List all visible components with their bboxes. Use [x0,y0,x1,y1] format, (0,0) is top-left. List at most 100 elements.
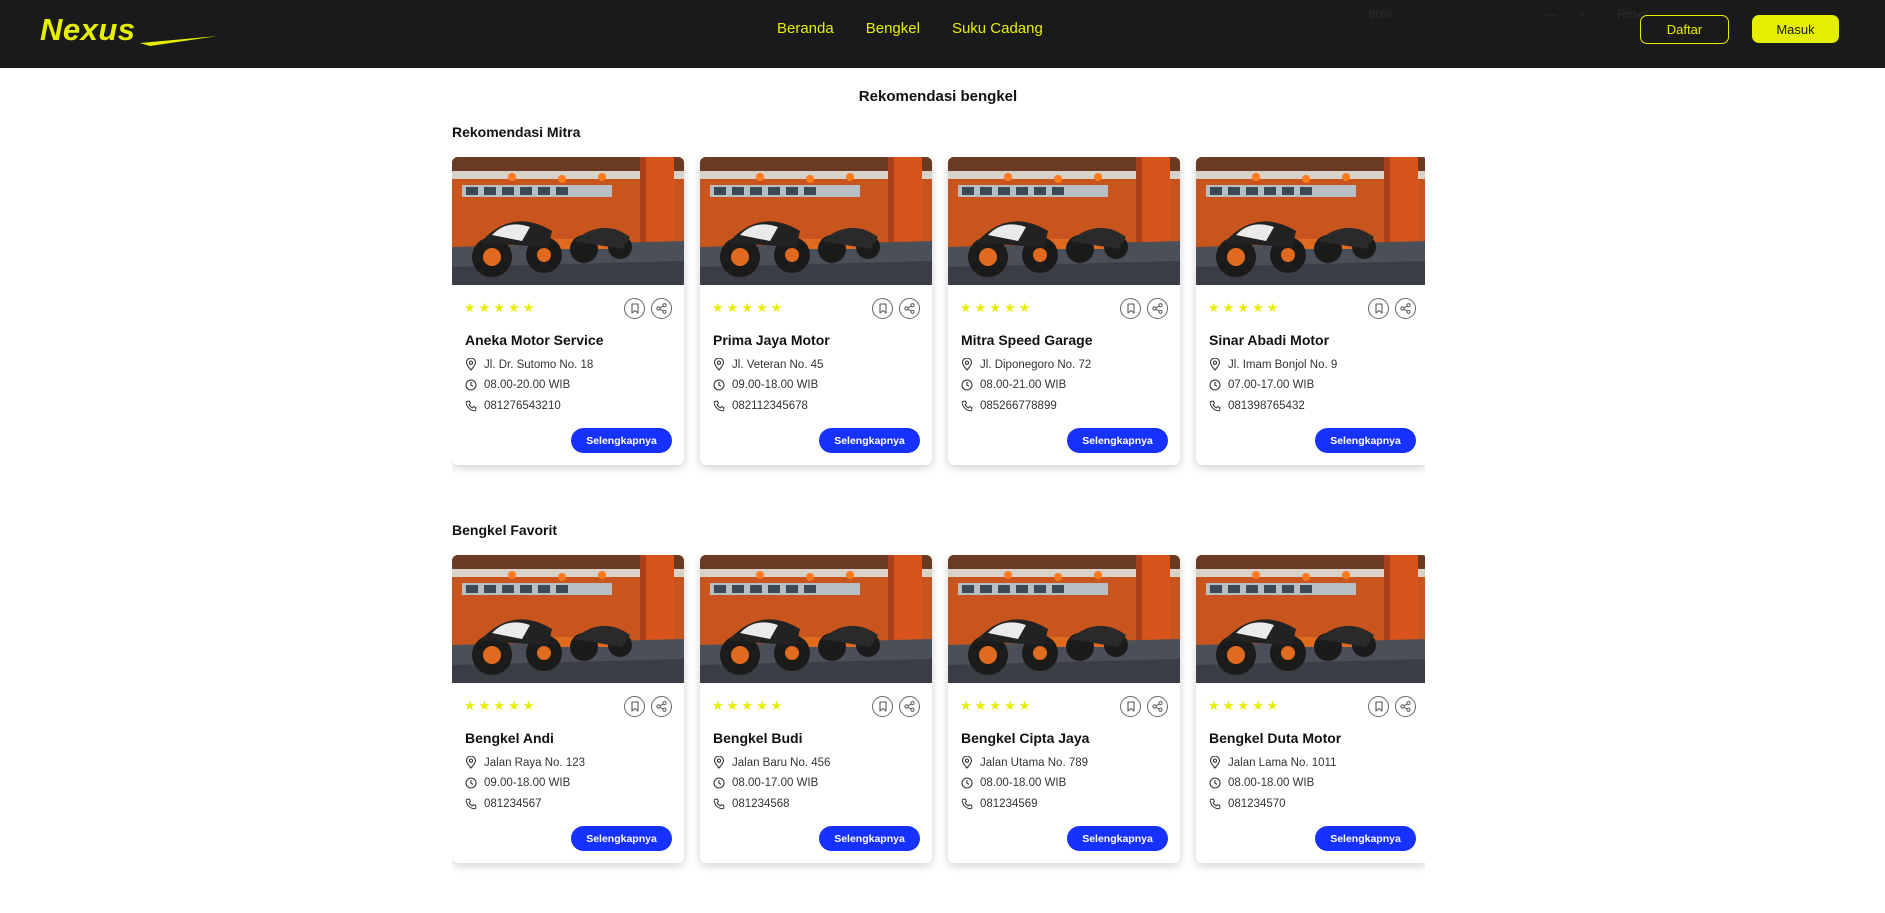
workshop-card[interactable]: ★ ★ ★ ★ ★ Aneka Motor Service Jl. Dr. Su… [452,157,684,465]
workshop-phone: 081398765432 [1228,400,1305,412]
star-icon: ★ [507,300,520,315]
nav-bengkel[interactable]: Bengkel [866,20,920,38]
workshop-photo [948,555,1180,683]
detail-button[interactable]: Selengkapnya [1315,826,1416,851]
detail-button[interactable]: Selengkapnya [819,428,920,453]
zoom-out-ghost: — [1545,7,1557,21]
share-button[interactable] [1395,298,1416,319]
share-button[interactable] [651,696,672,717]
workshop-card[interactable]: ★ ★ ★ ★ ★ Bengkel Budi Jalan Baru No. 45… [700,555,932,863]
share-icon [656,303,667,314]
bookmark-button[interactable] [624,696,645,717]
bookmark-button[interactable] [872,298,893,319]
workshop-card[interactable]: ★ ★ ★ ★ ★ Bengkel Andi Jalan Raya No. 12… [452,555,684,863]
zoom-in-ghost: + [1579,7,1587,21]
workshop-hours: 08.00-18.00 WIB [980,777,1067,789]
star-icon: ★ [960,300,972,315]
workshop-phone: 081276543210 [484,400,561,412]
nexus-logo[interactable]: Nexus [40,12,218,52]
share-icon [1152,303,1163,314]
star-icon: ★ [1208,300,1220,315]
hours-row: 09.00-18.00 WIB [465,777,570,789]
workshop-hours: 08.00-20.00 WIB [484,379,571,391]
detail-button[interactable]: Selengkapnya [571,428,672,453]
detail-button[interactable]: Selengkapnya [1315,428,1416,453]
nav-beranda[interactable]: Beranda [777,20,834,38]
share-button[interactable] [1147,696,1168,717]
clock-icon [465,379,477,391]
detail-button[interactable]: Selengkapnya [571,826,672,851]
logo-swoosh-icon [140,36,218,46]
star-icon: ★ [989,300,1001,315]
phone-icon [465,798,477,810]
workshop-card[interactable]: ★ ★ ★ ★ ★ Prima Jaya Motor Jl. Veteran N… [700,157,932,465]
workshop-name: Bengkel Andi [465,730,554,746]
phone-icon [1209,798,1221,810]
workshop-card[interactable]: ★ ★ ★ ★ ★ Mitra Speed Garage Jl. Diponeg… [948,157,1180,465]
workshop-phone: 081234567 [484,798,542,810]
detail-button[interactable]: Selengkapnya [1067,826,1168,851]
bookmark-button[interactable] [1368,298,1389,319]
phone-icon [1209,400,1221,412]
detail-button[interactable]: Selengkapnya [819,826,920,851]
bookmark-button[interactable] [1368,696,1389,717]
bookmark-icon [1126,701,1135,712]
rating-stars: ★ ★ ★ ★ ★ [1208,301,1278,314]
share-button[interactable] [1395,696,1416,717]
phone-icon [713,798,725,810]
workshop-photo [948,157,1180,285]
star-icon: ★ [770,300,783,315]
login-button[interactable]: Masuk [1752,15,1839,43]
phone-row: 082112345678 [713,400,808,412]
hours-row: 07.00-17.00 WIB [1209,379,1314,391]
workshop-address: Jalan Baru No. 456 [732,756,831,769]
phone-row: 081234567 [465,798,542,810]
rating-stars: ★ ★ ★ ★ ★ [1208,699,1278,712]
star-icon: ★ [960,698,972,713]
address-row: Jl. Imam Bonjol No. 9 [1209,358,1337,371]
phone-icon [465,400,477,412]
share-button[interactable] [899,696,920,717]
bookmark-button[interactable] [1120,298,1141,319]
share-button[interactable] [899,298,920,319]
workshop-card[interactable]: ★ ★ ★ ★ ★ Bengkel Duta Motor Jalan Lama … [1196,555,1425,863]
workshop-card[interactable]: ★ ★ ★ ★ ★ Bengkel Cipta Jaya Jalan Utama… [948,555,1180,863]
phone-icon [713,400,725,412]
mitra-card-row: ★ ★ ★ ★ ★ Aneka Motor Service Jl. Dr. Su… [452,157,1425,477]
hours-row: 08.00-18.00 WIB [961,777,1066,789]
rating-stars: ★ ★ ★ ★ ★ [464,301,534,314]
detail-button[interactable]: Selengkapnya [1067,428,1168,453]
location-pin-icon [713,756,725,769]
rating-stars: ★ ★ ★ ★ ★ [464,699,534,712]
workshop-hours: 07.00-17.00 WIB [1228,379,1315,391]
register-button[interactable]: Daftar [1640,15,1729,44]
share-button[interactable] [651,298,672,319]
section-title-favorit: Bengkel Favorit [452,522,558,538]
workshop-phone: 085266778899 [980,400,1057,412]
workshop-photo [700,157,932,285]
workshop-address: Jl. Veteran No. 45 [732,358,824,371]
workshop-address: Jalan Raya No. 123 [484,756,586,769]
bookmark-button[interactable] [1120,696,1141,717]
workshop-address: Jl. Diponegoro No. 72 [980,358,1092,371]
star-icon: ★ [1018,698,1031,713]
workshop-hours: 08.00-17.00 WIB [732,777,819,789]
workshop-address: Jalan Utama No. 789 [980,756,1089,769]
star-icon: ★ [712,300,724,315]
clock-icon [465,777,477,789]
share-button[interactable] [1147,298,1168,319]
workshop-card[interactable]: ★ ★ ★ ★ ★ Sinar Abadi Motor Jl. Imam Bon… [1196,157,1425,465]
clock-icon [713,777,725,789]
phone-row: 081234570 [1209,798,1286,810]
phone-row: 081276543210 [465,400,561,412]
star-icon: ★ [1003,300,1016,315]
workshop-name: Sinar Abadi Motor [1209,332,1330,348]
location-pin-icon [465,756,477,769]
bookmark-button[interactable] [624,298,645,319]
bookmark-icon [630,701,639,712]
address-row: Jalan Raya No. 123 [465,756,585,769]
star-icon: ★ [974,698,987,713]
nav-suku-cadang[interactable]: Suku Cadang [952,20,1043,38]
bookmark-button[interactable] [872,696,893,717]
star-icon: ★ [1266,300,1279,315]
